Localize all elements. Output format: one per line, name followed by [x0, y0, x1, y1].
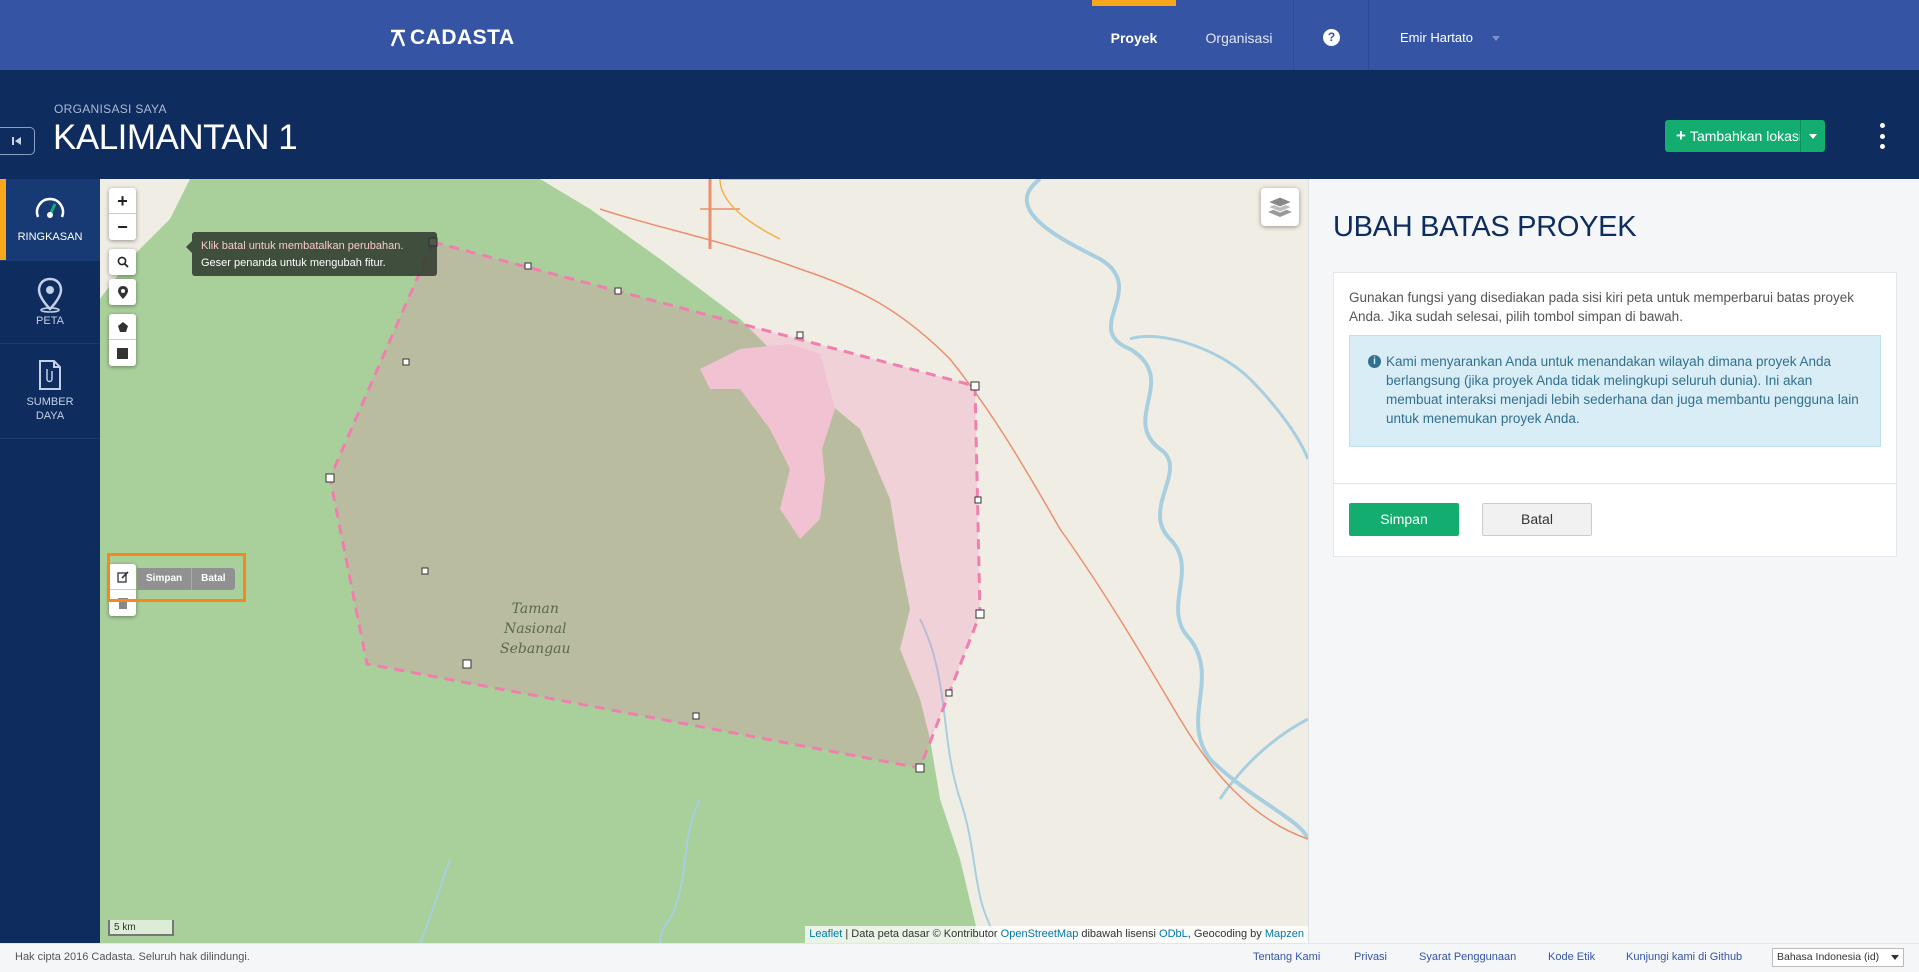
nav-organisasi[interactable]: Organisasi [1197, 0, 1281, 70]
map-scale: 5 km [108, 920, 174, 936]
search-icon [117, 256, 129, 268]
cadasta-logo[interactable]: CADASTA [390, 26, 515, 50]
footer-link-github[interactable]: Kunjungi kami di Github [1626, 951, 1742, 963]
layers-icon [1267, 196, 1293, 217]
info-icon: i [1368, 355, 1381, 368]
mapzen-link[interactable]: Mapzen [1265, 928, 1304, 940]
footer-link-kode-etik[interactable]: Kode Etik [1548, 951, 1595, 963]
panel-title: UBAH BATAS PROYEK [1333, 211, 1637, 243]
add-location-label: Tambahkan lokasi [1689, 128, 1802, 144]
divider [1334, 483, 1896, 484]
search-control [109, 249, 136, 275]
map-pin-icon [37, 277, 63, 313]
nav-proyek[interactable]: Proyek [1092, 0, 1176, 70]
draw-toolbar [109, 314, 136, 366]
draw-polygon-button[interactable] [109, 314, 136, 340]
rectangle-icon [117, 347, 128, 359]
intro-text: Gunakan fungsi yang disediakan pada sisi… [1349, 290, 1855, 324]
add-location-button[interactable]: + Tambahkan lokasi [1665, 120, 1825, 152]
question-circle-icon[interactable]: ? [1323, 29, 1340, 46]
sidebar-item-label: SUMBER DAYA [26, 396, 74, 422]
search-button[interactable] [109, 249, 136, 275]
footer-link-syarat[interactable]: Syarat Penggunaan [1419, 951, 1516, 963]
draw-rectangle-button[interactable] [109, 340, 136, 366]
map-place-label: Taman Nasional Sebangau [500, 601, 571, 657]
org-breadcrumb[interactable]: ORGANISASI SAYA [54, 102, 167, 116]
add-location-dropdown[interactable] [1800, 120, 1825, 152]
odbl-link[interactable]: ODbL [1159, 928, 1188, 940]
leaflet-link[interactable]: Leaflet [809, 928, 842, 940]
sidebar-item-label: RINGKASAN [17, 231, 83, 243]
zoom-out-button[interactable]: − [109, 214, 136, 240]
document-icon [39, 360, 61, 390]
page-title: KALIMANTAN 1 [53, 118, 298, 157]
edit-boundary-panel: UBAH BATAS PROYEK Gunakan fungsi yang di… [1308, 179, 1919, 943]
language-select[interactable]: Bahasa Indonesia (id) [1772, 948, 1904, 967]
draw-marker-button[interactable] [109, 279, 136, 305]
chevron-down-icon[interactable] [1492, 36, 1500, 41]
map-canvas[interactable]: Taman Nasional Sebangau + − Simpan Batal… [100, 179, 1308, 943]
sidebar-item-peta[interactable]: PETA [0, 262, 100, 344]
zoom-in-button[interactable]: + [109, 188, 136, 214]
dashboard-icon [35, 197, 65, 218]
save-button[interactable]: Simpan [1349, 503, 1459, 536]
footer-link-tentang-kami[interactable]: Tentang Kami [1253, 951, 1320, 963]
nav-divider [1368, 0, 1369, 70]
map-base-layer [100, 179, 1308, 943]
sidebar-item-ringkasan[interactable]: RINGKASAN [0, 179, 100, 261]
marker-control [109, 279, 136, 305]
chevron-down-icon [1809, 133, 1817, 139]
map-marker-icon [117, 285, 128, 299]
project-sidebar: RINGKASAN PETA SUMBER DAYA [0, 179, 100, 943]
brand-name: CADASTA [410, 26, 515, 49]
nav-divider [1293, 0, 1294, 70]
cancel-button[interactable]: Batal [1482, 503, 1592, 536]
info-text: Kami menyarankan Anda untuk menandakan w… [1386, 354, 1859, 426]
footer: Hak cipta 2016 Cadasta. Seluruh hak dili… [0, 943, 1919, 972]
osm-link[interactable]: OpenStreetMap [1001, 928, 1079, 940]
info-alert: i Kami menyarankan Anda untuk menandakan… [1349, 335, 1881, 447]
copyright-text: Hak cipta 2016 Cadasta. Seluruh hak dili… [15, 951, 250, 963]
zoom-control: + − [109, 188, 136, 240]
top-navbar: CADASTA Proyek Organisasi ? Emir Hartato [0, 0, 1919, 70]
plus-icon: + [1676, 126, 1686, 145]
sidebar-item-sumber-daya[interactable]: SUMBER DAYA [0, 345, 100, 439]
edit-tooltip: Klik batal untuk membatalkan perubahan. … [186, 232, 437, 276]
sidebar-item-label: PETA [36, 315, 64, 327]
map-attribution: Leaflet | Data peta dasar © Kontributor … [805, 926, 1308, 943]
chevron-down-icon [1891, 955, 1899, 960]
more-options-icon[interactable] [1878, 123, 1886, 149]
polygon-icon [117, 321, 128, 332]
boundary-card: Gunakan fungsi yang disediakan pada sisi… [1333, 272, 1897, 557]
skip-back-icon [12, 137, 21, 145]
footer-link-privasi[interactable]: Privasi [1354, 951, 1387, 963]
highlight-box [107, 553, 246, 602]
cadasta-logo-icon [390, 29, 406, 47]
collapse-sidebar-button[interactable] [0, 127, 35, 155]
user-menu[interactable]: Emir Hartato [1400, 0, 1473, 70]
layers-control[interactable] [1261, 188, 1299, 226]
